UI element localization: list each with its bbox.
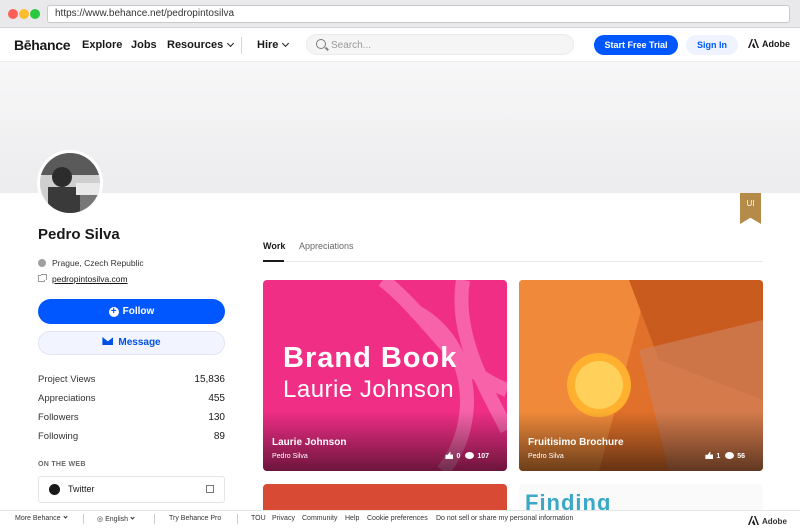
footer-separator [154, 514, 155, 524]
twitter-icon [49, 484, 60, 495]
maximize-window-button[interactable] [30, 9, 40, 19]
footer-link-privacy[interactable]: Privacy [272, 515, 295, 522]
footer-language-label: English [105, 516, 129, 523]
project-card[interactable]: Brand Book Laurie Johnson Laurie Johnson… [263, 280, 507, 471]
avatar[interactable] [37, 150, 103, 216]
stat-label-project-views: Project Views [38, 374, 96, 385]
message-button[interactable]: Message [38, 331, 225, 355]
start-free-trial-button[interactable]: Start Free Trial [594, 35, 678, 55]
message-label: Message [118, 337, 161, 348]
view-count: 56 [737, 453, 745, 460]
tabs-divider [263, 261, 763, 262]
stat-label-following[interactable]: Following [38, 431, 78, 442]
search-icon [316, 39, 326, 49]
tab-work[interactable]: Work [263, 241, 285, 251]
like-count: 1 [716, 453, 721, 460]
stat-value-appreciations: 455 [208, 393, 225, 404]
nav-resources[interactable]: Resources [167, 39, 235, 51]
behance-logo[interactable]: Bēhance [14, 37, 71, 53]
external-link-icon [206, 485, 214, 493]
nav-jobs[interactable]: Jobs [131, 39, 157, 51]
project-title[interactable]: Laurie Johnson [272, 437, 346, 448]
close-window-button[interactable] [8, 9, 18, 19]
project-card[interactable] [263, 484, 507, 510]
location-icon [38, 259, 46, 267]
globe-icon: ◎ [97, 516, 104, 523]
footer-adobe-label: Adobe [762, 517, 787, 526]
stat-label-appreciations: Appreciations [38, 393, 96, 404]
view-count: 107 [477, 453, 489, 460]
address-bar[interactable]: https://www.behance.net/pedropintosilva [47, 5, 790, 23]
follow-label: Follow [122, 306, 155, 317]
follow-button[interactable]: + Follow [38, 299, 225, 324]
eye-icon [725, 452, 735, 459]
profile-website-link[interactable]: pedropintosilva.com [52, 274, 128, 284]
nav-resources-label: Resources [167, 39, 224, 51]
eye-icon [465, 452, 475, 459]
footer-try-pro[interactable]: Try Behance Pro [169, 515, 221, 522]
twitter-label: Twitter [68, 484, 95, 494]
footer-link-help[interactable]: Help [345, 515, 359, 522]
external-link-icon [38, 274, 47, 282]
nav-explore[interactable]: Explore [82, 39, 122, 51]
adobe-label: Adobe [762, 39, 790, 49]
project-owner[interactable]: Pedro Silva [528, 453, 564, 460]
adobe-icon [748, 39, 759, 48]
project-card[interactable]: Fruitisimo Brochure Pedro Silva 1 56 [519, 280, 763, 471]
ui-ribbon-badge[interactable]: UI [740, 193, 761, 224]
footer-more-behance[interactable]: More Behance [15, 514, 68, 522]
stat-label-followers[interactable]: Followers [38, 412, 79, 423]
cover-title: Brand Book [283, 342, 458, 374]
footer-separator [237, 514, 238, 524]
footer-link-do-not-sell[interactable]: Do not sell or share my personal informa… [436, 515, 573, 522]
profile-name: Pedro Silva [38, 226, 120, 243]
cover-subtitle: Laurie Johnson [283, 376, 455, 403]
site-header: Bēhance Explore Jobs Resources Hire Star… [0, 28, 800, 62]
chevron-down-icon [227, 39, 235, 48]
avatar-photo [40, 153, 100, 213]
project-owner[interactable]: Pedro Silva [272, 453, 308, 460]
project-title[interactable]: Fruitisimo Brochure [528, 437, 624, 448]
tab-appreciations[interactable]: Appreciations [299, 241, 354, 251]
cover-text: Finding [525, 490, 612, 510]
footer: More Behance ◎ English Try Behance Pro T… [0, 510, 800, 528]
chevron-down-icon [282, 39, 290, 48]
nav-hire[interactable]: Hire [257, 39, 290, 51]
chevron-down-icon [62, 514, 68, 519]
project-card[interactable]: Finding [519, 484, 763, 510]
thumbs-up-icon [705, 452, 714, 459]
footer-more-label: More Behance [15, 515, 61, 522]
nav-divider [241, 37, 242, 54]
like-count: 0 [456, 453, 461, 460]
footer-link-cookie-preferences[interactable]: Cookie preferences [367, 515, 428, 522]
search-box[interactable] [306, 34, 574, 55]
profile-banner [0, 62, 800, 193]
active-tab-indicator [263, 260, 284, 262]
sign-in-button[interactable]: Sign In [686, 35, 738, 55]
twitter-link[interactable]: Twitter [38, 476, 225, 503]
chevron-down-icon [130, 515, 135, 520]
search-input[interactable] [331, 38, 561, 52]
stat-value-project-views: 15,836 [194, 374, 225, 385]
minimize-window-button[interactable] [19, 9, 29, 19]
adobe-icon [748, 516, 759, 525]
adobe-link[interactable]: Adobe [748, 38, 790, 49]
profile-location: Prague, Czech Republic [52, 258, 144, 268]
footer-separator [83, 514, 84, 524]
footer-adobe[interactable]: Adobe [748, 515, 787, 526]
plus-icon: + [108, 307, 119, 317]
thumbs-up-icon [445, 452, 454, 459]
mail-icon [102, 337, 114, 345]
stat-value-followers[interactable]: 130 [208, 412, 225, 423]
stat-value-following[interactable]: 89 [214, 431, 225, 442]
footer-link-community[interactable]: Community [302, 515, 337, 522]
browser-chrome: https://www.behance.net/pedropintosilva [0, 0, 800, 28]
footer-language[interactable]: ◎ English [97, 515, 135, 523]
on-the-web-heading: ON THE WEB [38, 461, 86, 468]
nav-hire-label: Hire [257, 39, 279, 51]
project-stats: 1 56 [702, 451, 745, 460]
project-stats: 0 107 [442, 451, 489, 460]
footer-link-tou[interactable]: TOU [251, 515, 266, 522]
